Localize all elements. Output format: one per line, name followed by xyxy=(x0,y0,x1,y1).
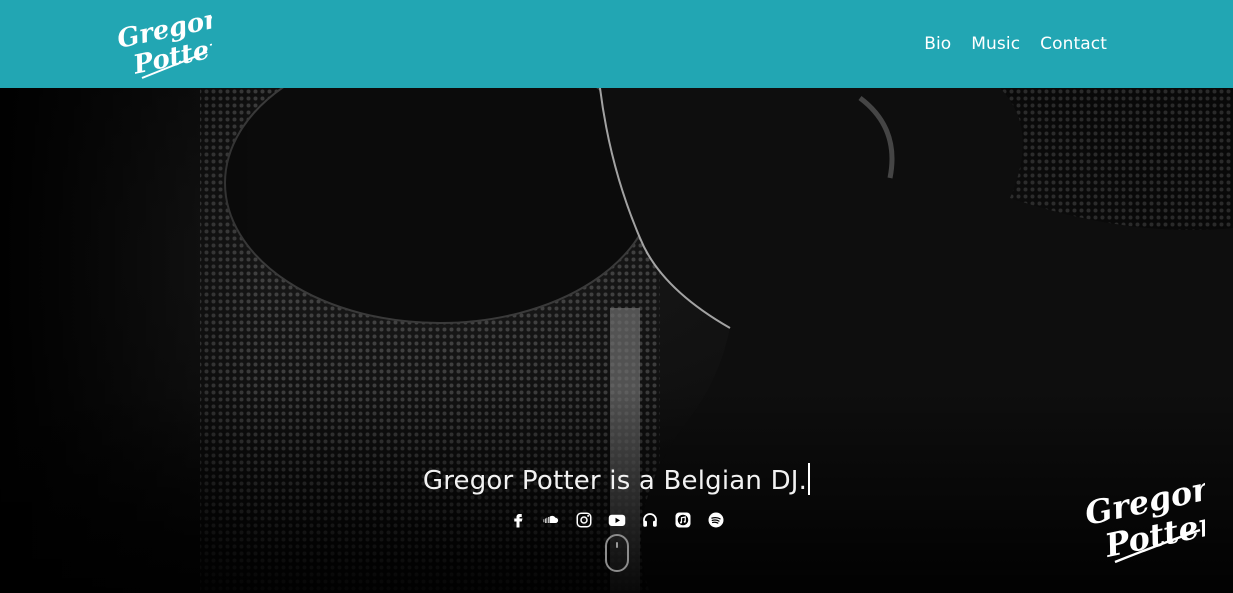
site-logo[interactable]: Gregor Potter xyxy=(112,4,228,82)
hero-tagline-text: Gregor Potter is a Belgian DJ. xyxy=(422,466,808,496)
hero-logo: Gregor Potter xyxy=(1080,469,1221,566)
soundcloud-icon[interactable] xyxy=(540,509,561,530)
youtube-icon[interactable] xyxy=(606,509,627,530)
instagram-icon[interactable] xyxy=(573,509,594,530)
hero-tagline: Gregor Potter is a Belgian DJ. xyxy=(0,463,1233,496)
nav-bio[interactable]: Bio xyxy=(924,34,951,54)
typing-cursor xyxy=(808,463,811,495)
scroll-wheel-dot xyxy=(616,542,618,548)
itunes-icon[interactable] xyxy=(672,509,693,530)
hero-section: Gregor Potter is a Belgian DJ. Gregor Po… xyxy=(0,88,1233,593)
facebook-icon[interactable] xyxy=(507,509,528,530)
social-links xyxy=(0,509,1233,530)
nav-music[interactable]: Music xyxy=(971,34,1020,54)
nav-contact[interactable]: Contact xyxy=(1040,34,1107,54)
spotify-icon[interactable] xyxy=(705,509,726,530)
scroll-down-indicator[interactable] xyxy=(605,534,629,572)
site-header: Gregor Potter Bio Music Contact xyxy=(0,0,1233,88)
main-nav: Bio Music Contact xyxy=(924,0,1107,88)
headphones-icon[interactable] xyxy=(639,509,660,530)
